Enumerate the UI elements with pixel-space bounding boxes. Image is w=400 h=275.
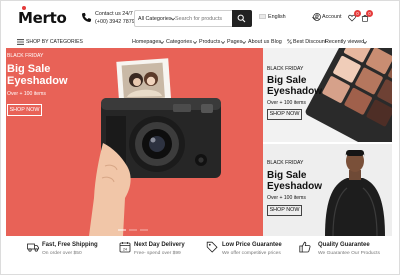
promo-title: Big Sale Eyeshadow: [267, 170, 323, 192]
slider-dots[interactable]: [118, 228, 148, 232]
feature-desc: We Guarantee Our Products: [318, 251, 380, 256]
shop-by-categories-button[interactable]: SHOP BY CATEGORIES: [26, 39, 83, 45]
promo-shop-now-button[interactable]: SHOP NOW: [267, 109, 302, 120]
hero-subtitle: BLACK FRIDAY: [7, 53, 44, 59]
hero-shop-now-button[interactable]: SHOP NOW: [7, 104, 42, 116]
feature-title: Next Day Delivery: [134, 242, 185, 248]
feature-title: Quality Guarantee: [318, 242, 370, 248]
chevron-down-icon: [242, 41, 246, 44]
nav-item-categories[interactable]: Categories: [166, 39, 192, 45]
search-button[interactable]: [232, 10, 252, 27]
nav-item-about-us[interactable]: About us: [248, 39, 269, 45]
search-icon: [237, 14, 246, 23]
menu-icon: [17, 39, 24, 45]
chevron-down-icon: [363, 41, 367, 44]
phone-icon: [82, 12, 92, 22]
nav-item-blog[interactable]: Blog: [271, 39, 282, 45]
feature-desc: On order over $50: [42, 251, 82, 256]
promo-subtitle: BLACK FRIDAY: [267, 160, 304, 166]
wishlist-count-badge: 0: [354, 10, 361, 17]
nav-item-best-discount[interactable]: Best Discount: [293, 39, 326, 45]
contact-hours: Contact us 24/7: [95, 11, 133, 17]
feature-desc: Free- spend over $99: [134, 251, 181, 256]
calendar-icon: 24: [119, 242, 131, 253]
promo-meta: Over + 100 items: [267, 100, 306, 106]
chevron-down-icon: [193, 41, 197, 44]
language-selector[interactable]: English: [259, 14, 286, 20]
search-bar: All Categories: [134, 10, 252, 27]
feature-title: Fast, Free Shipping: [42, 242, 98, 248]
truck-icon: [27, 243, 39, 252]
promo-meta: Over + 100 items: [267, 195, 306, 201]
price-tag-icon: [206, 241, 218, 253]
promo-title: Big Sale Eyeshadow: [267, 75, 323, 97]
hero-title: Big Sale Eyeshadow: [7, 63, 68, 87]
hero-camera-image: [89, 58, 221, 236]
recently-viewed-button[interactable]: Recently viewed: [325, 39, 364, 45]
discount-percent-icon: [287, 39, 292, 44]
search-category-select[interactable]: All Categories: [138, 16, 172, 22]
account-link[interactable]: Account: [322, 14, 341, 20]
page: Merto Contact us 24/7 (+00) 3942 7879 Al…: [0, 0, 400, 275]
user-icon[interactable]: [313, 13, 321, 21]
promo-subtitle: BLACK FRIDAY: [267, 66, 304, 72]
thumbs-up-icon: [299, 241, 311, 253]
svg-text:24: 24: [123, 248, 127, 252]
cart-count-badge: 0: [366, 10, 373, 17]
chevron-down-icon: [221, 41, 225, 44]
hero-meta: Over + 100 items: [7, 91, 46, 97]
logo-accent-dot: [22, 6, 26, 10]
nav-item-products[interactable]: Products: [199, 39, 220, 45]
nav-item-pages[interactable]: Pages: [227, 39, 242, 45]
language-label: English: [268, 14, 286, 20]
feature-desc: We offer competitive prices: [222, 251, 281, 256]
logo[interactable]: Merto: [18, 9, 67, 27]
feature-title: Low Price Guarantee: [222, 242, 282, 248]
chevron-down-icon: [160, 41, 164, 44]
search-input[interactable]: [175, 12, 231, 25]
nav-item-homepages[interactable]: Homepages: [132, 39, 161, 45]
contact-phone[interactable]: (+00) 3942 7879: [95, 19, 135, 25]
flag-icon: [259, 14, 266, 19]
promo-shop-now-button[interactable]: SHOP NOW: [267, 205, 302, 216]
